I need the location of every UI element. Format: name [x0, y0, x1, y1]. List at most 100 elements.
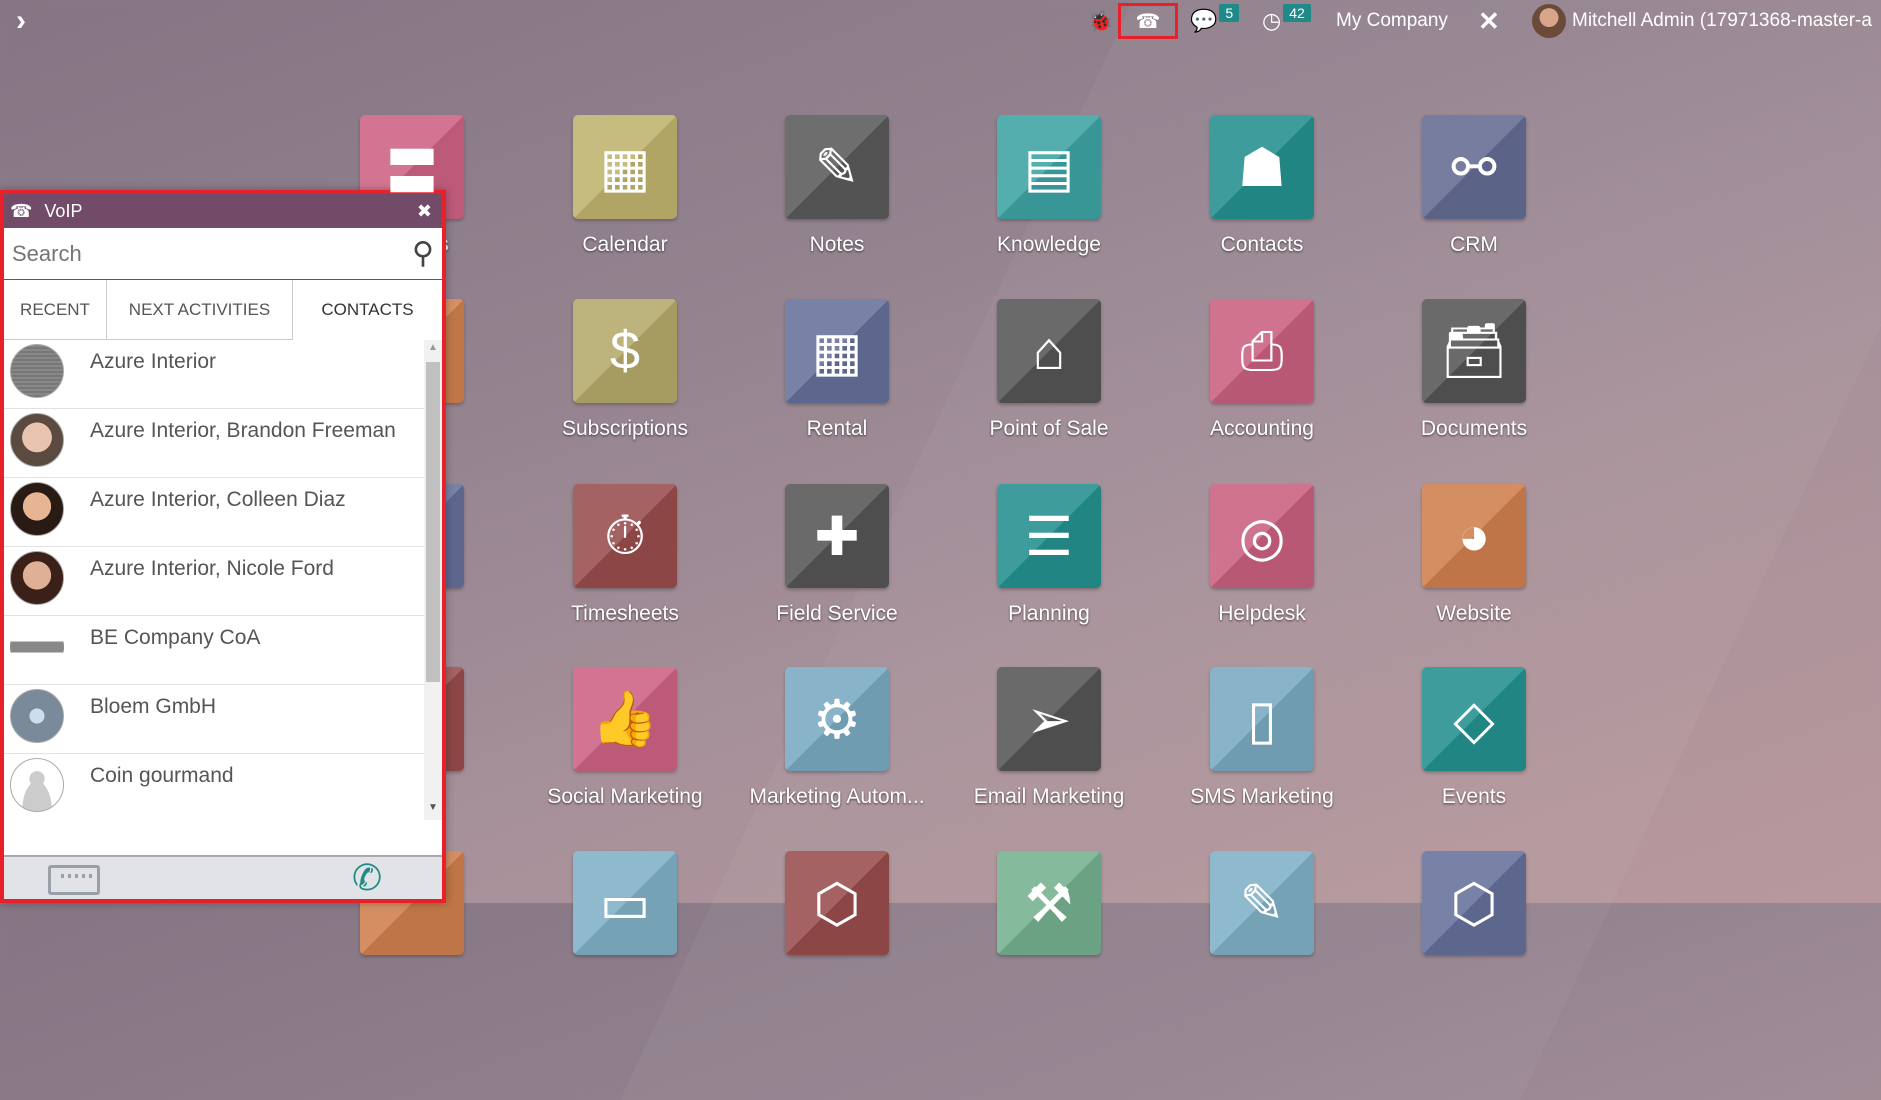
call-phone-icon[interactable]: ✆ — [352, 857, 382, 899]
app-planning[interactable]: ☰ Planning — [996, 484, 1102, 625]
app-icon: ◎ — [1210, 484, 1314, 588]
app-glyph-icon: ⬡ — [1450, 873, 1498, 934]
app-knowledge[interactable]: ▤ Knowledge — [996, 115, 1102, 256]
messages-button[interactable]: 💬 5 — [1190, 0, 1240, 42]
voip-header: ☎ VoIP ✖ — [4, 194, 442, 228]
app-rental[interactable]: ▦ Rental — [784, 299, 890, 440]
app-subscriptions[interactable]: $ Subscriptions — [562, 299, 688, 440]
search-icon[interactable]: ⚲ — [412, 236, 434, 271]
app-glyph-icon: ▯ — [1247, 689, 1277, 750]
scroll-down-arrow-icon[interactable]: ▼ — [428, 802, 438, 813]
user-menu[interactable]: Mitchell Admin (17971368-master-a — [1532, 0, 1872, 42]
contact-name: Azure Interior, Nicole Ford — [90, 557, 334, 580]
app-sms-marketing[interactable]: ▯ SMS Marketing — [1190, 667, 1334, 808]
app-icon: ◇ — [1422, 667, 1526, 771]
app-accounting[interactable]: ⎙ Accounting — [1209, 299, 1315, 440]
scrollbar-thumb[interactable] — [426, 362, 440, 682]
app-glyph-icon: ⬡ — [813, 873, 861, 934]
phone-keypad-icon: ☎ — [10, 200, 33, 221]
app-glyph-icon: ⚙ — [812, 689, 862, 750]
app-label: Timesheets — [571, 602, 679, 625]
app-label: Events — [1441, 785, 1507, 808]
contact-row[interactable]: Azure Interior, Brandon Freeman — [4, 409, 424, 478]
contact-name: Bloem GmbH — [90, 695, 217, 718]
company-switcher[interactable]: My Company — [1336, 0, 1448, 42]
app-icon: ✚ — [785, 484, 889, 588]
app-label: Knowledge — [997, 233, 1101, 256]
app-timesheets[interactable]: ⏱ Timesheets — [571, 484, 679, 625]
keypad-icon[interactable] — [48, 865, 100, 895]
app-tile-25[interactable]: ▭ — [572, 851, 678, 955]
app-website[interactable]: ◕ Website — [1421, 484, 1527, 625]
app-glyph-icon: ⏱ — [603, 505, 647, 566]
app-crm[interactable]: ⚯ CRM — [1421, 115, 1527, 256]
contact-row[interactable]: Azure Interior, Colleen Diaz — [4, 478, 424, 547]
app-icon: ▯ — [1210, 667, 1314, 771]
clock-icon: ◷ — [1262, 8, 1282, 33]
app-tile-28[interactable]: ✎ — [1209, 851, 1315, 955]
app-glyph-icon: ☗ — [1237, 137, 1287, 198]
app-tile-29[interactable]: ⬡ — [1421, 851, 1527, 955]
app-glyph-icon: ✎ — [1239, 873, 1285, 934]
app-label: Helpdesk — [1218, 602, 1306, 625]
scroll-up-arrow-icon[interactable]: ▲ — [428, 342, 438, 353]
contact-avatar — [10, 620, 64, 674]
app-tile-27[interactable]: ⚒ — [996, 851, 1102, 955]
app-glyph-icon: ◕ — [1457, 506, 1491, 566]
app-icon: ☗ — [1210, 115, 1314, 219]
app-glyph-icon: ◎ — [1238, 506, 1286, 567]
app-glyph-icon: ⚒ — [1024, 873, 1074, 934]
app-label: Email Marketing — [973, 785, 1125, 808]
app-contacts[interactable]: ☗ Contacts — [1209, 115, 1315, 256]
voip-phone-keypad-icon[interactable]: ☎ — [1118, 3, 1178, 39]
app-tile-26[interactable]: ⬡ — [784, 851, 890, 955]
contact-row[interactable]: Bloem GmbH — [4, 685, 424, 754]
app-events[interactable]: ◇ Events — [1421, 667, 1527, 808]
app-icon: ➢ — [997, 667, 1101, 771]
tab-next-activities[interactable]: NEXT ACTIVITIES — [107, 280, 293, 340]
app-label: Point of Sale — [989, 417, 1109, 440]
app-notes[interactable]: ✎ Notes — [784, 115, 890, 256]
app-icon: ☰ — [997, 484, 1101, 588]
voip-footer: ✆ — [4, 855, 442, 899]
contact-row[interactable]: BE Company CoA — [4, 616, 424, 685]
app-label: Accounting — [1210, 417, 1314, 440]
app-glyph-icon: ▦ — [811, 321, 863, 382]
app-icon: ⏱ — [573, 484, 677, 588]
app-documents[interactable]: 🗃 Documents — [1421, 299, 1527, 440]
app-glyph-icon: ▤ — [1023, 137, 1075, 198]
tab-recent[interactable]: RECENT — [4, 280, 107, 340]
app-label: SMS Marketing — [1190, 785, 1334, 808]
tools-icon[interactable]: ✕ — [1478, 0, 1500, 42]
contact-row[interactable]: Azure Interior — [4, 340, 424, 409]
app-label: Calendar — [582, 233, 668, 256]
app-label: Notes — [809, 233, 865, 256]
app-glyph-icon: ⎙ — [1240, 320, 1284, 381]
scrollbar[interactable]: ▲ ▼ — [424, 340, 442, 820]
contact-row[interactable]: Azure Interior, Nicole Ford — [4, 547, 424, 616]
app-helpdesk[interactable]: ◎ Helpdesk — [1209, 484, 1315, 625]
contacts-list: Azure Interior Azure Interior, Brandon Fr… — [4, 340, 424, 814]
app-email-marketing[interactable]: ➢ Email Marketing — [974, 667, 1124, 808]
search-input[interactable] — [12, 240, 413, 267]
app-calendar[interactable]: ▦ Calendar — [572, 115, 678, 256]
app-icon: ⎙ — [1210, 299, 1314, 403]
app-icon: ⬡ — [1422, 851, 1526, 955]
menu-toggle-chevron-icon[interactable]: › — [16, 0, 26, 42]
app-label: Social Marketing — [547, 785, 703, 808]
app-field-service[interactable]: ✚ Field Service — [776, 484, 898, 625]
bug-icon[interactable]: 🐞 — [1088, 0, 1113, 42]
app-glyph-icon: 🗃 — [1439, 320, 1509, 381]
tab-contacts[interactable]: CONTACTS — [293, 280, 442, 340]
activities-button[interactable]: ◷ 42 — [1262, 0, 1311, 42]
app-label: Marketing Autom... — [749, 785, 925, 808]
app-social-marketing[interactable]: 👍 Social Marketing — [547, 667, 703, 808]
contact-row[interactable]: Coin gourmand — [4, 754, 424, 814]
app-label: Documents — [1420, 417, 1528, 440]
app-point-of-sale[interactable]: ⌂ Point of Sale — [989, 299, 1109, 440]
voip-title: VoIP — [44, 200, 83, 221]
chat-icon: 💬 — [1190, 8, 1218, 33]
app-marketing-autom-[interactable]: ⚙ Marketing Autom... — [749, 667, 925, 808]
app-label: CRM — [1450, 233, 1498, 256]
contact-avatar — [10, 689, 64, 743]
